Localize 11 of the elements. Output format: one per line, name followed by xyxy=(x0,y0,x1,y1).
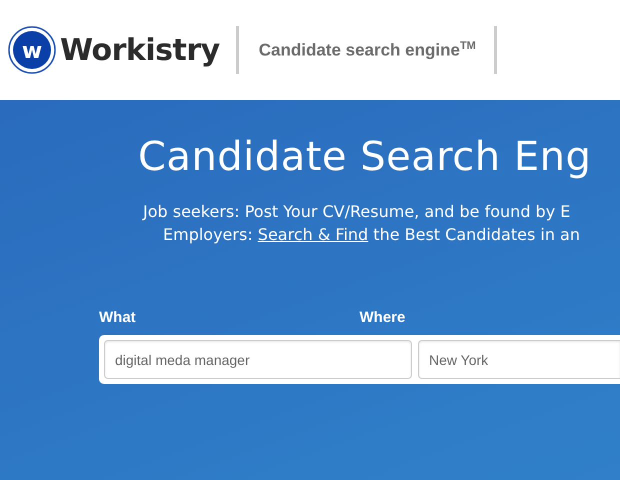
brand-name[interactable]: Workistry xyxy=(60,32,220,68)
search-field[interactable]: digital meda manager xyxy=(104,340,412,379)
search-link[interactable]: Search & Find xyxy=(258,225,368,244)
tagline: Candidate search engine$^{TM}$ xyxy=(258,40,476,60)
hero-text: Job seekers: Post Your CV/Resume, and be found by E xyxy=(141,201,572,223)
field-label: Where xyxy=(360,309,406,326)
logo-icon: w xyxy=(8,26,56,74)
hero-title: Candidate Search Eng xyxy=(137,134,592,180)
hero-text: Employers: Search & Find the Best Candidates in an xyxy=(162,224,581,246)
search-field[interactable]: New York xyxy=(418,340,620,379)
field-label: What xyxy=(99,309,136,326)
